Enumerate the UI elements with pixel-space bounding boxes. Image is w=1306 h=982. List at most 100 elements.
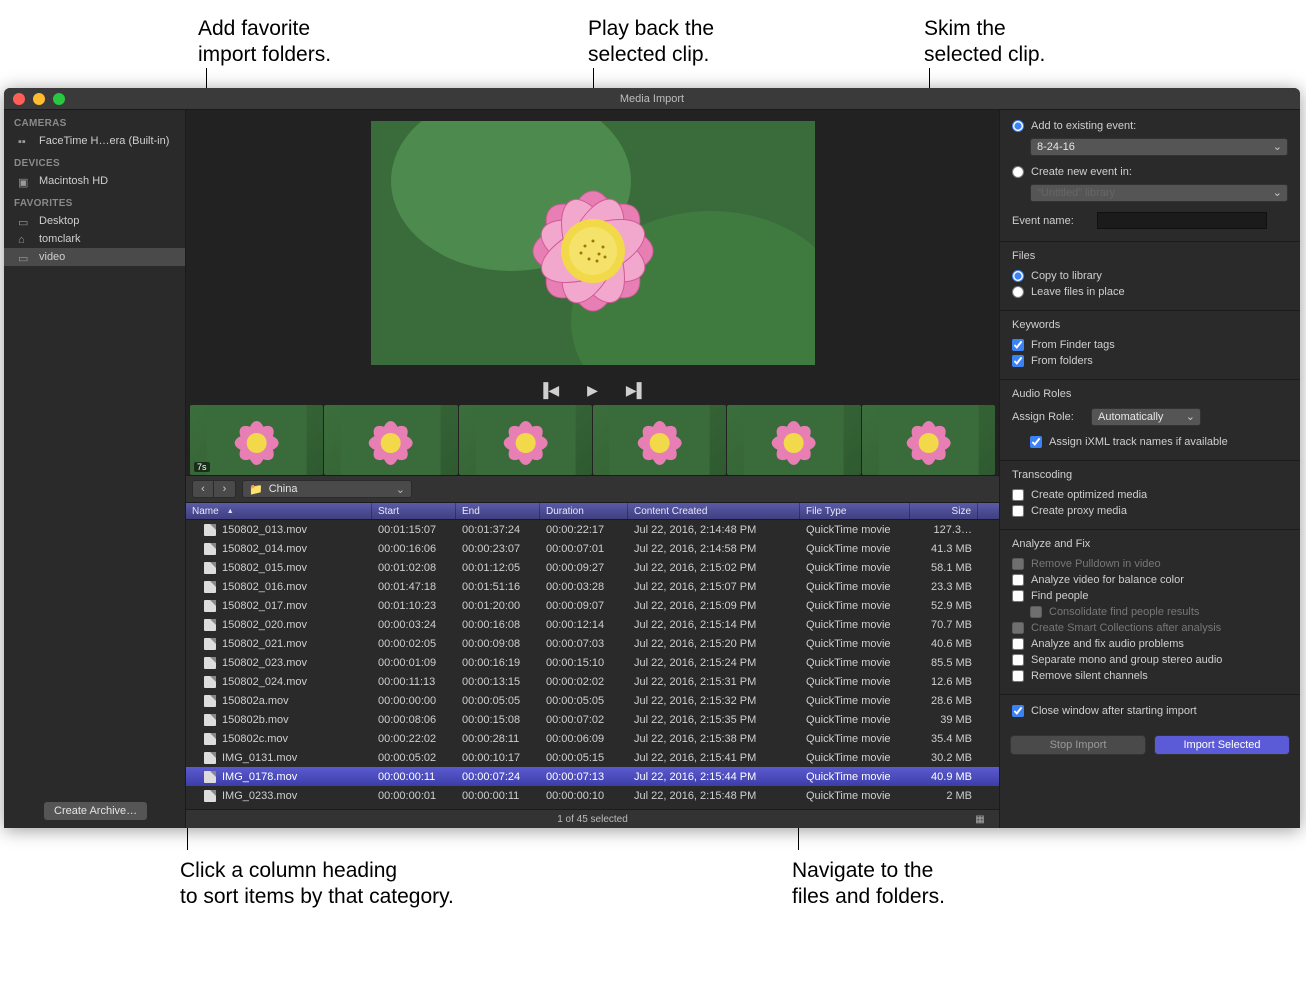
cell: Jul 22, 2016, 2:15:38 PM [628, 733, 800, 745]
event-name-label: Event name: [1012, 215, 1090, 227]
table-row[interactable]: 150802_014.mov00:00:16:0600:00:23:0700:0… [186, 539, 999, 558]
sidebar-item[interactable]: ⌂tomclark [4, 230, 185, 248]
balance-color-checkbox[interactable] [1012, 574, 1024, 586]
from-folders-checkbox[interactable] [1012, 355, 1024, 367]
cell: Jul 22, 2016, 2:15:31 PM [628, 676, 800, 688]
sidebar-item[interactable]: ▭Desktop [4, 212, 185, 230]
sidebar-item-label: Macintosh HD [39, 175, 108, 187]
column-start[interactable]: Start [372, 503, 456, 519]
cell: Jul 22, 2016, 2:14:58 PM [628, 543, 800, 555]
table-row[interactable]: 150802_016.mov00:01:47:1800:01:51:1600:0… [186, 577, 999, 596]
table-row[interactable]: 150802b.mov00:00:08:0600:00:15:0800:00:0… [186, 710, 999, 729]
play-icon[interactable]: ▶ [587, 382, 598, 399]
filmstrip-frame[interactable] [727, 405, 860, 475]
filmstrip-frame[interactable] [593, 405, 726, 475]
cell: QuickTime movie [800, 695, 910, 707]
folder-path-select[interactable]: 📁 China [242, 480, 412, 498]
cell: 00:00:05:02 [372, 752, 456, 764]
next-frame-icon[interactable]: ▶▌ [626, 382, 647, 399]
callout-navigate: Navigate to the files and folders. [792, 858, 945, 911]
table-row[interactable]: IMG_0233.mov00:00:00:0100:00:00:1100:00:… [186, 786, 999, 805]
find-people-label: Find people [1031, 590, 1089, 602]
leave-in-place-radio[interactable] [1012, 286, 1024, 298]
table-row[interactable]: 150802_024.mov00:00:11:1300:00:13:1500:0… [186, 672, 999, 691]
copy-to-library-radio[interactable] [1012, 270, 1024, 282]
cell: 58.1 MB [910, 562, 978, 574]
remove-pulldown-checkbox [1012, 558, 1024, 570]
sidebar-item[interactable]: ▣ Macintosh HD [4, 172, 185, 190]
separate-mono-checkbox[interactable] [1012, 654, 1024, 666]
balance-color-label: Analyze video for balance color [1031, 574, 1184, 586]
column-duration[interactable]: Duration [540, 503, 628, 519]
column-size[interactable]: Size [910, 503, 978, 519]
assign-ixml-checkbox[interactable] [1030, 436, 1042, 448]
cell: 00:00:06:09 [540, 733, 628, 745]
cell: 150802_021.mov [186, 638, 372, 650]
view-mode-icon[interactable]: ▦ [971, 812, 989, 826]
callout-sort: Click a column heading to sort items by … [180, 858, 454, 911]
new-event-library-select: "Untitled" library [1030, 184, 1288, 202]
filmstrip-frame[interactable] [324, 405, 457, 475]
preview-viewer[interactable] [186, 110, 999, 375]
cell: Jul 22, 2016, 2:15:07 PM [628, 581, 800, 593]
find-people-checkbox[interactable] [1012, 590, 1024, 602]
table-row[interactable]: 150802a.mov00:00:00:0000:00:05:0500:00:0… [186, 691, 999, 710]
zoom-icon[interactable] [53, 93, 65, 105]
cell: 00:01:12:05 [456, 562, 540, 574]
fix-audio-checkbox[interactable] [1012, 638, 1024, 650]
event-name-input[interactable] [1097, 212, 1267, 229]
cell: 00:00:12:14 [540, 619, 628, 631]
cell: 127.3… [910, 524, 978, 536]
proxy-media-checkbox[interactable] [1012, 505, 1024, 517]
create-new-radio[interactable] [1012, 166, 1024, 178]
cell: 52.9 MB [910, 600, 978, 612]
media-import-window: Media Import CAMERAS▪▪FaceTime H…era (Bu… [4, 88, 1300, 828]
table-row[interactable]: 150802_017.mov00:01:10:2300:01:20:0000:0… [186, 596, 999, 615]
minimize-icon[interactable] [33, 93, 45, 105]
create-archive-button[interactable]: Create Archive… [44, 802, 147, 820]
sidebar-item[interactable]: ▪▪FaceTime H…era (Built-in) [4, 132, 185, 150]
table-row[interactable]: 150802c.mov00:00:22:0200:00:28:1100:00:0… [186, 729, 999, 748]
column-file-type[interactable]: File Type [800, 503, 910, 519]
cell: 00:00:13:15 [456, 676, 540, 688]
sidebar-item[interactable]: ▭video [4, 248, 185, 266]
home-icon: ⌂ [18, 234, 32, 245]
filmstrip-frame[interactable]: 7s [190, 405, 323, 475]
table-header: Name Start End Duration Content Created … [186, 503, 999, 520]
table-row[interactable]: 150802_013.mov00:01:15:0700:01:37:2400:0… [186, 520, 999, 539]
table-row[interactable]: IMG_0131.mov00:00:05:0200:00:10:1700:00:… [186, 748, 999, 767]
cell: QuickTime movie [800, 600, 910, 612]
column-end[interactable]: End [456, 503, 540, 519]
cell: 12.6 MB [910, 676, 978, 688]
column-content-created[interactable]: Content Created [628, 503, 800, 519]
from-finder-checkbox[interactable] [1012, 339, 1024, 351]
close-window-checkbox[interactable] [1012, 705, 1024, 717]
table-row[interactable]: 150802_015.mov00:01:02:0800:01:12:0500:0… [186, 558, 999, 577]
filmstrip-frame[interactable] [459, 405, 592, 475]
sidebar-section-header: DEVICES [4, 150, 185, 172]
filmstrip-frame[interactable] [862, 405, 995, 475]
column-name[interactable]: Name [186, 503, 372, 519]
table-row[interactable]: 150802_023.mov00:00:01:0900:00:16:1900:0… [186, 653, 999, 672]
add-existing-radio[interactable] [1012, 120, 1024, 132]
cell: 00:00:16:08 [456, 619, 540, 631]
prev-frame-icon[interactable]: ▐◀ [538, 382, 559, 399]
table-row[interactable]: 150802_021.mov00:00:02:0500:00:09:0800:0… [186, 634, 999, 653]
keywords-header: Keywords [1012, 319, 1288, 331]
import-selected-button[interactable]: Import Selected [1154, 735, 1290, 755]
stop-import-button: Stop Import [1010, 735, 1146, 755]
assign-role-select[interactable]: Automatically [1091, 408, 1201, 426]
drive-icon: ▣ [18, 176, 32, 187]
existing-event-select[interactable]: 8-24-16 [1030, 138, 1288, 156]
remove-silent-checkbox[interactable] [1012, 670, 1024, 682]
table-row[interactable]: IMG_0178.mov00:00:00:1100:00:07:2400:00:… [186, 767, 999, 786]
titlebar[interactable]: Media Import [4, 88, 1300, 110]
smart-collections-label: Create Smart Collections after analysis [1031, 622, 1221, 634]
nav-back-button[interactable]: ‹ [192, 480, 214, 498]
movie-file-icon [204, 638, 216, 650]
filmstrip[interactable]: 7s [186, 405, 999, 475]
table-row[interactable]: 150802_020.mov00:00:03:2400:00:16:0800:0… [186, 615, 999, 634]
optimized-media-checkbox[interactable] [1012, 489, 1024, 501]
nav-forward-button[interactable]: › [214, 480, 236, 498]
close-icon[interactable] [13, 93, 25, 105]
